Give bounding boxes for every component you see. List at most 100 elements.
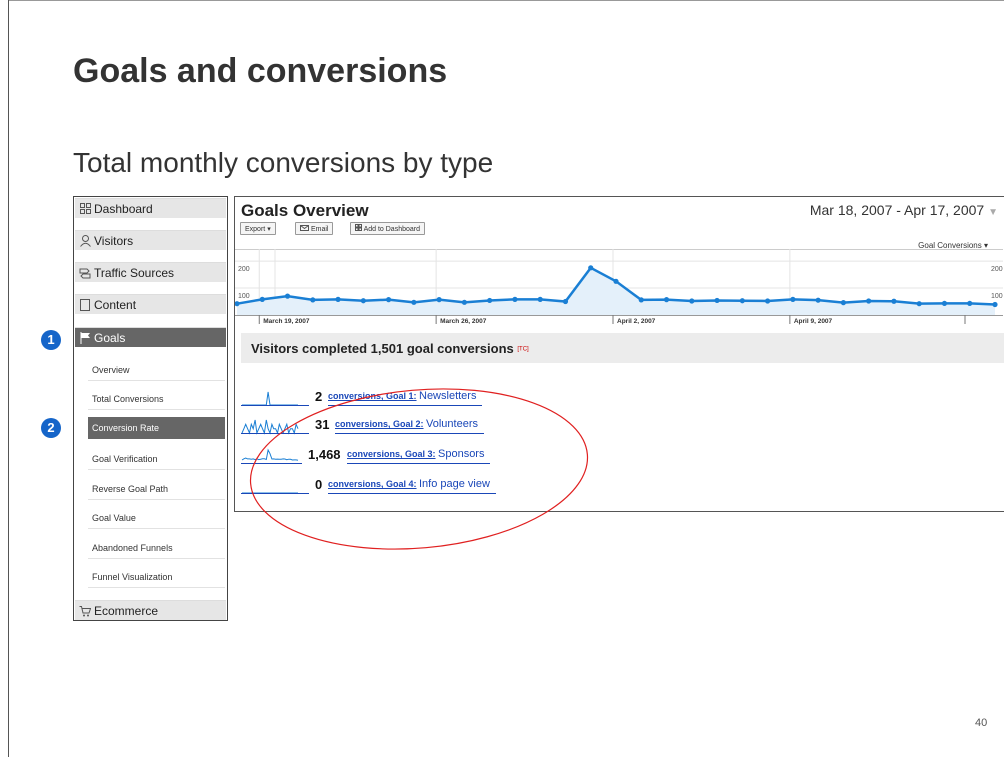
chart-data-point — [992, 301, 998, 308]
goals-overview-panel: Goals Overview Mar 18, 2007 - Apr 17, 20… — [234, 196, 1004, 512]
nav-reverse-goal-path[interactable]: Reverse Goal Path — [88, 478, 225, 500]
grid-icon — [79, 203, 91, 215]
chart-data-point — [284, 293, 291, 299]
export-label: Export — [245, 226, 266, 233]
chart-data-point — [335, 296, 341, 302]
chart-data-point — [941, 300, 948, 307]
chart-data-point — [891, 298, 897, 304]
email-label: Email — [310, 226, 329, 233]
nav-ecommerce[interactable]: Ecommerce — [75, 600, 226, 620]
chart-data-point — [588, 265, 594, 271]
chart-data-point — [487, 297, 493, 304]
goal-conversions-link[interactable]: conversions, Goal 4: — [328, 479, 417, 489]
chart-data-point — [967, 300, 973, 307]
add-to-dashboard-label: Add to Dashboard — [363, 226, 420, 233]
chart-data-point — [916, 301, 922, 307]
export-button[interactable]: Export ▾ — [240, 222, 276, 235]
completed-summary-bar: Visitors completed 1,501 goal conversion… — [241, 333, 1004, 363]
goal-conversions-link[interactable]: conversions, Goal 1: — [328, 391, 417, 401]
nav-goal-overview[interactable]: Overview — [88, 359, 225, 381]
sparkline-series — [242, 391, 298, 406]
nav-content[interactable]: Content — [75, 294, 226, 314]
goal-count: 0 — [315, 477, 323, 492]
page-icon — [79, 298, 91, 311]
signpost-icon — [79, 267, 91, 279]
envelope-icon — [300, 225, 309, 233]
goal-conversions-link[interactable]: conversions, Goal 3: — [347, 449, 436, 459]
nav-goal-value[interactable]: Goal Value — [88, 507, 225, 529]
page-number: 40 — [975, 717, 988, 729]
chart-data-point — [663, 297, 670, 303]
y-tick-label-right: 200 — [991, 266, 1003, 273]
callout-marker-2: 2 — [41, 418, 61, 438]
nav-goal-total-conversions[interactable]: Total Conversions — [88, 388, 225, 410]
nav-label: Traffic Sources — [94, 265, 175, 280]
goal-conversions-chart: 200 200 100 100 March 19, 2007 March 26, 2007… — [235, 249, 1003, 325]
nav-traffic-sources[interactable]: Traffic Sources — [75, 262, 226, 282]
goal-divider — [241, 405, 309, 406]
goal-row: 1,468 conversions, Goal 3: Sponsors — [241, 446, 521, 466]
email-button[interactable]: Email — [295, 222, 334, 235]
chart-data-point — [765, 298, 771, 304]
nav-funnel-visualization[interactable]: Funnel Visualization — [88, 566, 225, 588]
person-icon — [79, 234, 91, 247]
chart-data-point — [411, 299, 417, 305]
y-tick-label-right: 100 — [991, 293, 1003, 300]
chart-data-point — [790, 296, 796, 302]
slide-subtitle: Total monthly conversions by type — [73, 147, 494, 178]
panel-title: Goals Overview — [241, 201, 369, 220]
x-tick-label: March 26, 2007 — [440, 318, 487, 325]
nav-label: Goals — [94, 330, 126, 345]
chart-data-point — [739, 298, 745, 304]
goal-divider — [328, 405, 482, 406]
nav-label: Dashboard — [94, 201, 153, 216]
chevron-down-icon: ▾ — [267, 226, 271, 233]
sparkline-series — [241, 448, 299, 461]
chart-data-point — [815, 297, 821, 303]
chart-data-point — [360, 298, 366, 304]
nav-label: Ecommerce — [94, 603, 159, 618]
goal-name-link[interactable]: Info page view — [419, 478, 490, 490]
nav-dashboard[interactable]: Dashboard — [75, 198, 226, 218]
chart-data-point — [562, 298, 569, 305]
sidebar-nav: Dashboard Visitors Traffic Sources Conte… — [73, 196, 228, 621]
goal-divider — [335, 433, 484, 434]
chart-data-point — [512, 296, 518, 302]
date-range-selector[interactable]: Mar 18, 2007 - Apr 17, 2007 ▼ — [810, 202, 998, 218]
nav-abandoned-funnels[interactable]: Abandoned Funnels — [88, 537, 225, 559]
nav-visitors[interactable]: Visitors — [75, 230, 226, 250]
y-tick-label: 100 — [238, 293, 250, 300]
y-tick-label: 200 — [238, 266, 250, 273]
date-range-text: Mar 18, 2007 - Apr 17, 2007 — [809, 202, 985, 218]
goal-name-link[interactable]: Newsletters — [419, 390, 476, 402]
chart-data-point — [259, 296, 265, 302]
goal-count: 2 — [315, 389, 323, 404]
goal-row: 2 conversions, Goal 1: Newsletters — [241, 388, 521, 408]
chart-data-point — [310, 297, 316, 303]
callout-marker-1: 1 — [41, 330, 61, 350]
chart-data-point — [638, 297, 644, 303]
nav-goals[interactable]: Goals — [75, 327, 226, 347]
goal-divider — [347, 463, 490, 464]
sparkline-series — [241, 419, 299, 435]
goal-count: 31 — [315, 417, 330, 432]
chart-data-point — [714, 297, 720, 304]
chart-data-point — [537, 296, 543, 302]
chart-data-point — [689, 298, 695, 304]
goal-divider — [328, 493, 496, 494]
goal-row: 31 conversions, Goal 2: Volunteers — [241, 416, 521, 436]
goal-divider — [241, 463, 302, 464]
nav-goal-conversion-rate[interactable]: Conversion Rate — [88, 417, 225, 439]
goal-conversions-link[interactable]: conversions, Goal 2: — [335, 419, 424, 429]
completed-summary-text: Visitors completed 1,501 goal conversion… — [251, 341, 529, 356]
nav-goal-verification[interactable]: Goal Verification — [88, 448, 225, 470]
slide-border-top — [8, 0, 1004, 1]
goal-name-link[interactable]: Volunteers — [426, 418, 478, 430]
chevron-down-icon: ▼ — [988, 207, 998, 218]
nav-label: Visitors — [94, 233, 134, 248]
nav-label: Content — [94, 297, 137, 312]
add-to-dashboard-button[interactable]: Add to Dashboard — [350, 222, 425, 235]
chart-data-point — [866, 298, 872, 304]
goal-name-link[interactable]: Sponsors — [438, 448, 484, 460]
x-tick-label: March 19, 2007 — [263, 318, 310, 325]
